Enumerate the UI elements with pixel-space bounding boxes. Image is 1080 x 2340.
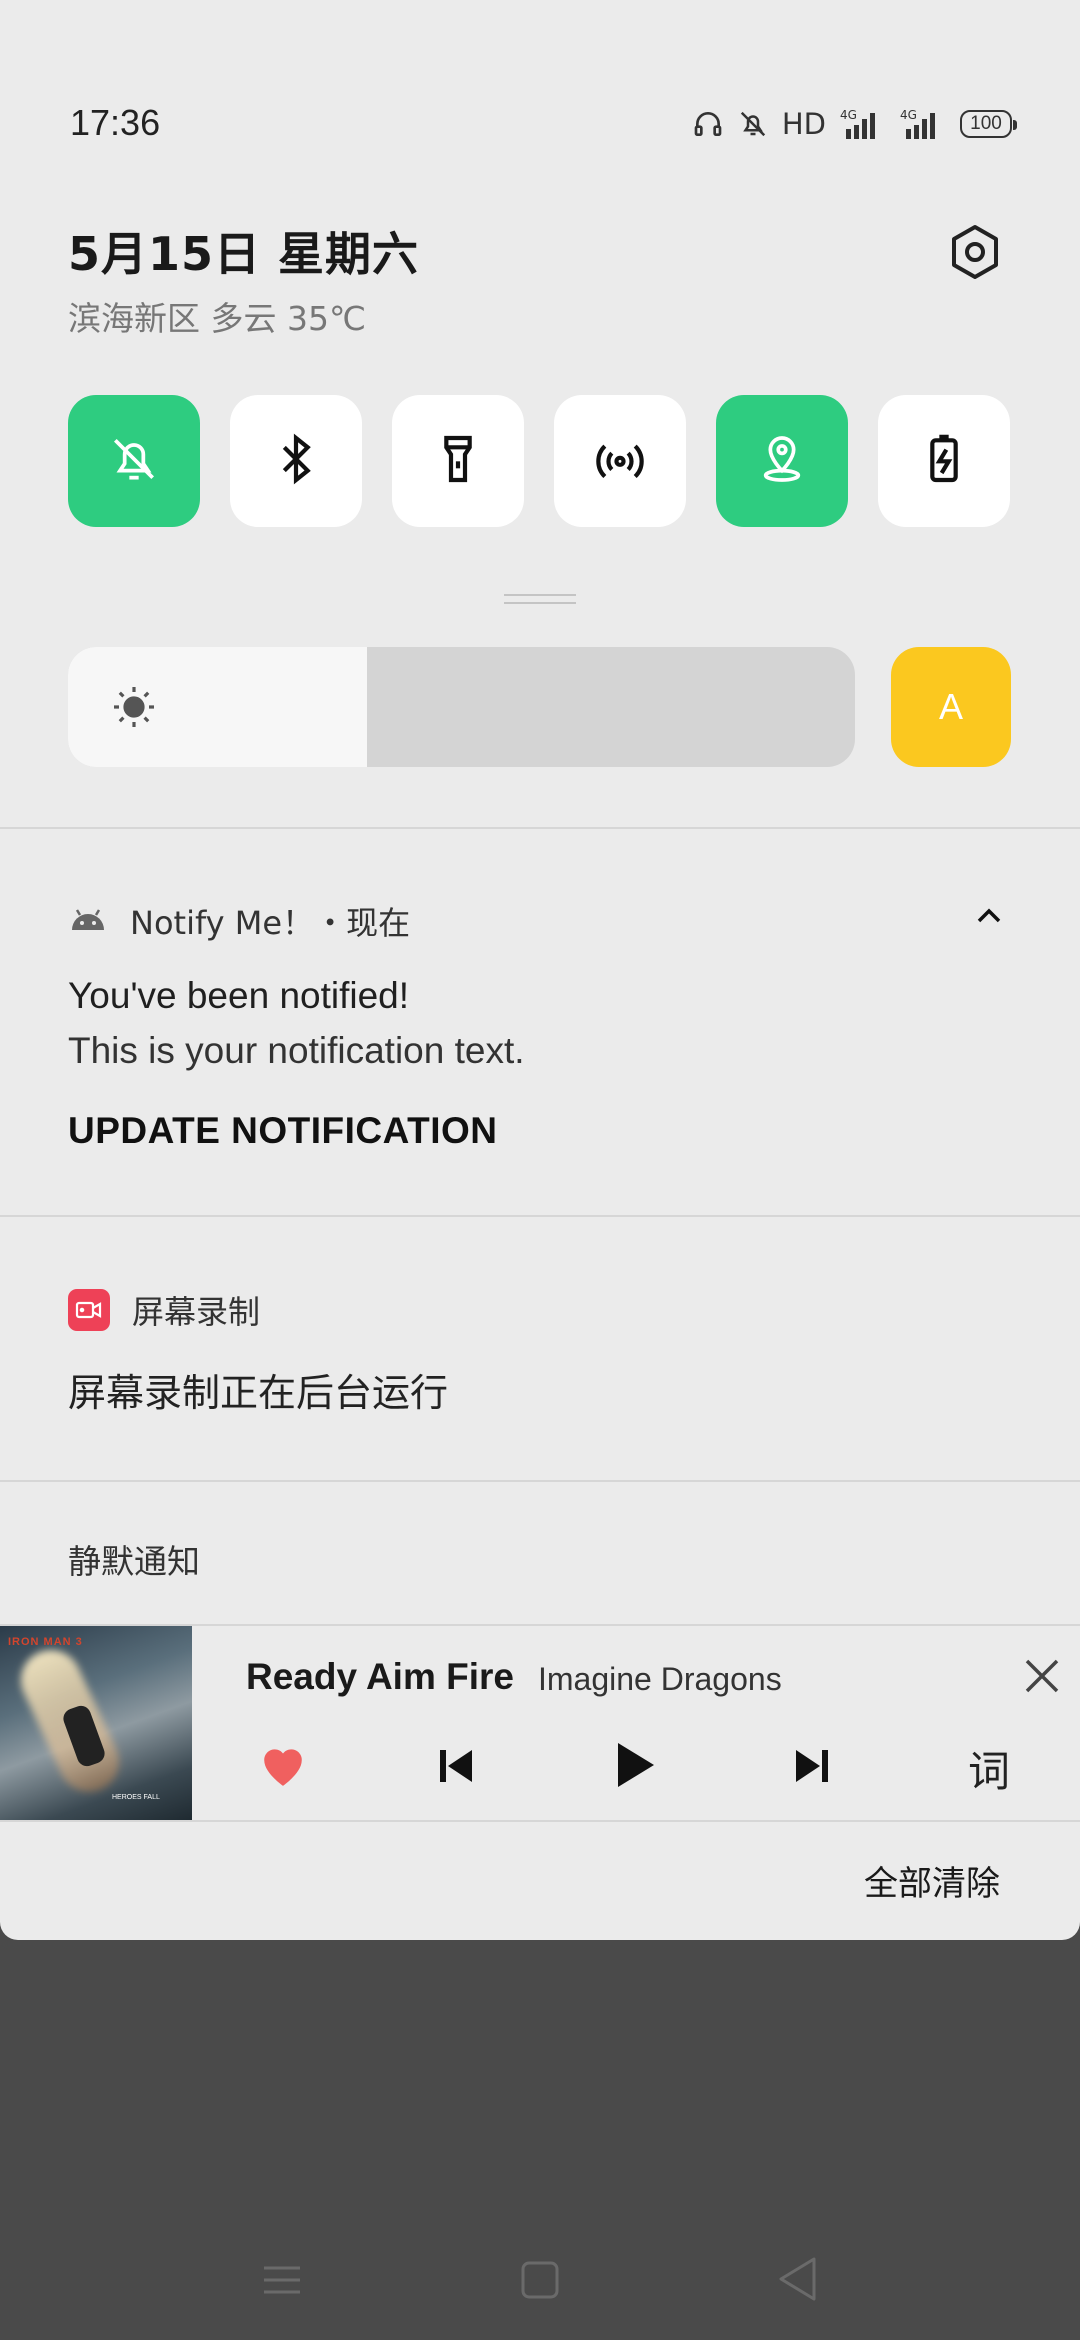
notification-header[interactable]: 屏幕录制 — [68, 1287, 260, 1333]
song-title: Ready Aim Fire — [246, 1656, 514, 1697]
hotspot-toggle[interactable] — [554, 395, 686, 527]
settings-gear-icon[interactable] — [945, 222, 1005, 282]
notification-shade: 17:36 HD 4G 4G 100 5月15日 星期六 滨海新区 多云 35℃ — [0, 0, 1080, 1940]
collapse-chevron-up-icon[interactable] — [975, 906, 1003, 931]
notification-app-name: Notify Me！・现在 — [130, 904, 411, 942]
favorite-heart-icon[interactable] — [258, 1742, 308, 1793]
media-player[interactable]: IRON MAN 3 HEROES FALL Ready Aim Fire Im… — [0, 1626, 1080, 1820]
brightness-slider[interactable] — [68, 647, 855, 767]
notification-title: You've been notified! — [68, 975, 410, 1016]
cover-subtitle: HEROES FALL — [112, 1794, 160, 1801]
notification-header[interactable]: Notify Me！・现在 — [68, 898, 410, 944]
lyrics-button[interactable]: 词 — [968, 1738, 1010, 1799]
album-cover: IRON MAN 3 HEROES FALL — [0, 1626, 192, 1820]
back-triangle-icon[interactable] — [776, 2254, 820, 2309]
svg-text:4G: 4G — [840, 108, 857, 122]
svg-text:4G: 4G — [900, 108, 917, 122]
battery-charging-icon — [916, 431, 972, 492]
update-notification-button[interactable]: UPDATE NOTIFICATION — [68, 1110, 498, 1152]
cover-title: IRON MAN 3 — [8, 1636, 83, 1648]
signal-4g-icon-2: 4G — [900, 107, 946, 141]
bell-off-icon — [106, 431, 162, 492]
status-icons: HD 4G 4G 100 — [692, 100, 1017, 148]
status-time: 17:36 — [70, 102, 161, 143]
next-track-icon[interactable] — [792, 1746, 832, 1791]
close-icon[interactable] — [1022, 1656, 1062, 1701]
silent-notifications-label: 静默通知 — [68, 1542, 200, 1581]
divider — [0, 1215, 1080, 1217]
sun-icon — [110, 683, 158, 736]
home-square-icon[interactable] — [520, 2260, 560, 2305]
android-icon — [68, 904, 108, 939]
notification-text: 屏幕录制正在后台运行 — [68, 1371, 449, 1415]
signal-4g-icon: 4G — [840, 107, 886, 141]
weather-label: 滨海新区 多云 35℃ — [68, 299, 367, 338]
navigation-bar — [0, 2240, 1080, 2320]
divider — [0, 1480, 1080, 1482]
previous-track-icon[interactable] — [436, 1746, 476, 1791]
headphones-icon — [692, 108, 724, 140]
silent-toggle[interactable] — [68, 395, 200, 527]
auto-brightness-button[interactable]: A — [891, 647, 1011, 767]
location-toggle[interactable] — [716, 395, 848, 527]
recents-menu-icon[interactable] — [262, 2260, 302, 2305]
divider — [0, 1820, 1080, 1822]
bell-off-status-icon — [738, 109, 768, 139]
play-icon[interactable] — [612, 1740, 656, 1795]
notification-app-name: 屏幕录制 — [132, 1293, 261, 1331]
quick-settings — [68, 395, 1010, 527]
date-label: 5月15日 星期六 — [68, 227, 420, 281]
screen-record-icon — [68, 1289, 110, 1331]
battery-icon: 100 — [960, 110, 1017, 138]
flashlight-toggle[interactable] — [392, 395, 524, 527]
hotspot-icon — [592, 431, 648, 492]
hd-indicator: HD — [781, 107, 826, 141]
location-icon — [754, 431, 810, 492]
bluetooth-toggle[interactable] — [230, 395, 362, 527]
notification-text: This is your notification text. — [68, 1030, 525, 1071]
status-bar: 17:36 HD 4G 4G 100 — [0, 96, 1080, 152]
flashlight-icon — [430, 431, 486, 492]
bluetooth-icon — [268, 431, 324, 492]
clear-all-button[interactable]: 全部清除 — [864, 1856, 1000, 1905]
divider — [0, 827, 1080, 829]
drag-handle[interactable] — [504, 594, 576, 604]
battery-saver-toggle[interactable] — [878, 395, 1010, 527]
artist-name: Imagine Dragons — [538, 1661, 782, 1697]
